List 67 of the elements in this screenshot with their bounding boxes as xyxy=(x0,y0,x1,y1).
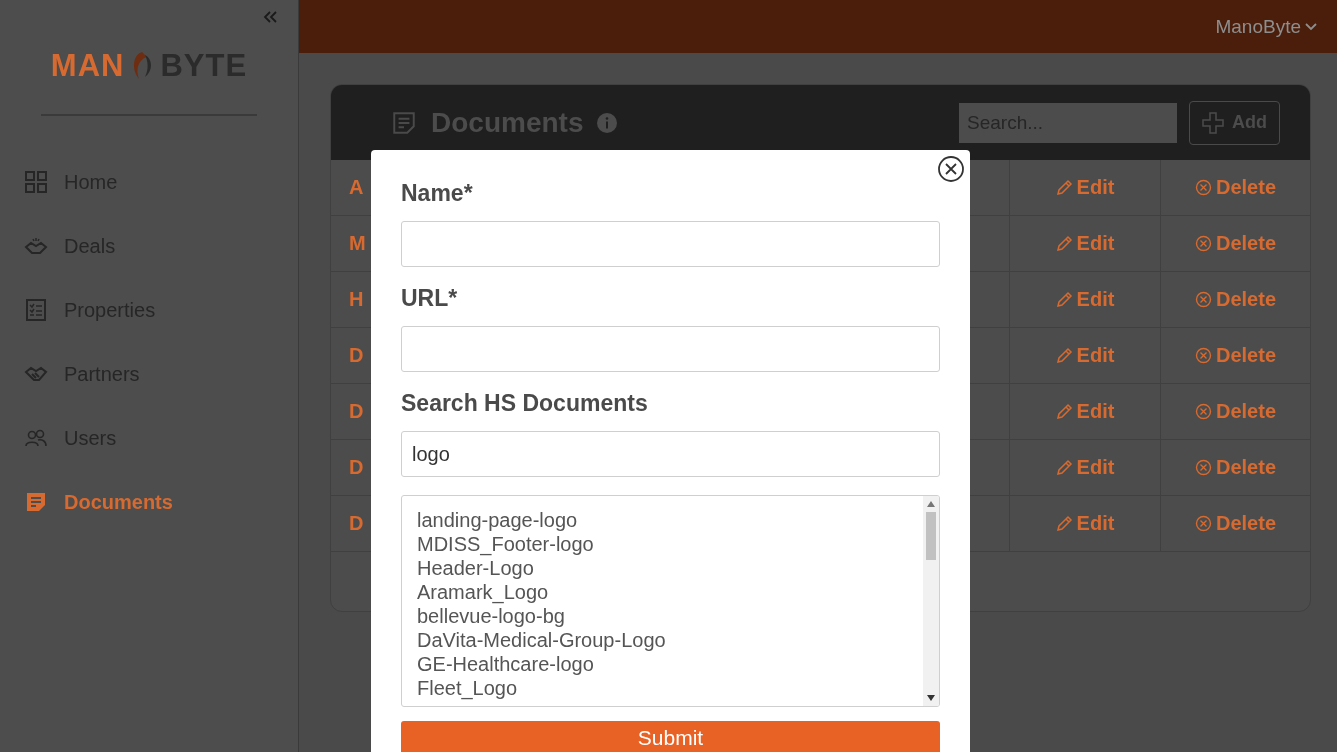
circle-x-icon xyxy=(1195,235,1212,252)
grid-icon xyxy=(24,170,48,194)
input-field[interactable] xyxy=(401,221,940,267)
result-option[interactable]: GE-Healthcare-logo xyxy=(417,652,908,676)
result-option[interactable]: Aramark_Logo xyxy=(417,580,908,604)
circle-x-icon xyxy=(1195,179,1212,196)
logo-text: MAN xyxy=(50,48,125,84)
delete-link[interactable]: Delete xyxy=(1195,400,1276,423)
checklist-icon xyxy=(24,298,48,322)
document-icon xyxy=(24,490,48,514)
scrollbar[interactable] xyxy=(923,496,939,706)
pencil-icon xyxy=(1055,179,1073,196)
user-menu[interactable]: ManoByte xyxy=(1215,15,1317,38)
delete-link[interactable]: Delete xyxy=(1195,512,1276,535)
document-name[interactable]: D xyxy=(349,456,364,479)
field-label: URL* xyxy=(401,285,459,312)
delete-link[interactable]: Delete xyxy=(1195,456,1276,479)
field-label: Name* xyxy=(401,180,474,207)
document-name[interactable]: A xyxy=(349,176,364,199)
circle-x-icon xyxy=(1195,291,1212,308)
edit-link[interactable]: Edit xyxy=(1055,512,1115,535)
document-icon xyxy=(391,109,417,136)
delete-link[interactable]: Delete xyxy=(1195,344,1276,367)
pencil-icon xyxy=(1055,347,1073,364)
circle-x-icon xyxy=(1195,403,1212,420)
delete-link[interactable]: Delete xyxy=(1195,288,1276,311)
close-icon[interactable] xyxy=(937,155,965,183)
document-name[interactable]: M xyxy=(349,232,366,255)
delete-link[interactable]: Delete xyxy=(1195,176,1276,199)
pencil-icon xyxy=(1055,459,1073,476)
pencil-icon xyxy=(1055,291,1073,308)
info-icon[interactable] xyxy=(597,112,618,133)
collapse-icon[interactable] xyxy=(262,10,278,24)
scroll-down-icon[interactable] xyxy=(927,695,935,701)
result-option[interactable]: DaVita-Medical-Group-Logo xyxy=(417,628,908,652)
circle-x-icon xyxy=(1195,347,1212,364)
delete-link[interactable]: Delete xyxy=(1195,232,1276,255)
sidebar-item[interactable]: Documents xyxy=(0,470,298,534)
result-option[interactable]: bellevue-logo-bg xyxy=(417,604,908,628)
scroll-thumb[interactable] xyxy=(926,512,936,560)
edit-link[interactable]: Edit xyxy=(1055,176,1115,199)
document-name[interactable]: D xyxy=(349,344,364,367)
edit-link[interactable]: Edit xyxy=(1055,400,1115,423)
scroll-up-icon[interactable] xyxy=(927,501,935,507)
input-field[interactable] xyxy=(401,326,940,372)
result-option[interactable]: Fleet_Logo xyxy=(417,676,908,700)
document-name[interactable]: D xyxy=(349,400,364,423)
circle-x-icon xyxy=(1195,515,1212,532)
pencil-icon xyxy=(1055,235,1073,252)
document-name[interactable]: D xyxy=(349,512,364,535)
pencil-icon xyxy=(1055,515,1073,532)
pencil-icon xyxy=(1055,403,1073,420)
results-listbox[interactable]: landing-page-logo MDISS_Footer-logo Header-Logo Aramark_Logo bellevue-logo-bg DaVita-Medical-Group-Logo GE-Healthcare-logo Fleet_Logo xyxy=(401,495,940,707)
document-name[interactable]: H xyxy=(349,288,364,311)
field-label: Search HS Documents xyxy=(401,390,649,417)
edit-link[interactable]: Edit xyxy=(1055,288,1115,311)
result-option[interactable]: MDISS_Footer-logo xyxy=(417,532,908,556)
result-option[interactable]: Header-Logo xyxy=(417,556,908,580)
edit-link[interactable]: Edit xyxy=(1055,456,1115,479)
edit-link[interactable]: Edit xyxy=(1055,344,1115,367)
plus-icon xyxy=(1202,111,1224,134)
result-option[interactable]: landing-page-logo xyxy=(417,508,908,532)
input-field[interactable]: logo xyxy=(401,431,940,477)
edit-link[interactable]: Edit xyxy=(1055,232,1115,255)
circle-x-icon xyxy=(1195,459,1212,476)
chevron-down-icon xyxy=(1305,22,1317,31)
submit-button[interactable]: Submit xyxy=(401,721,940,752)
